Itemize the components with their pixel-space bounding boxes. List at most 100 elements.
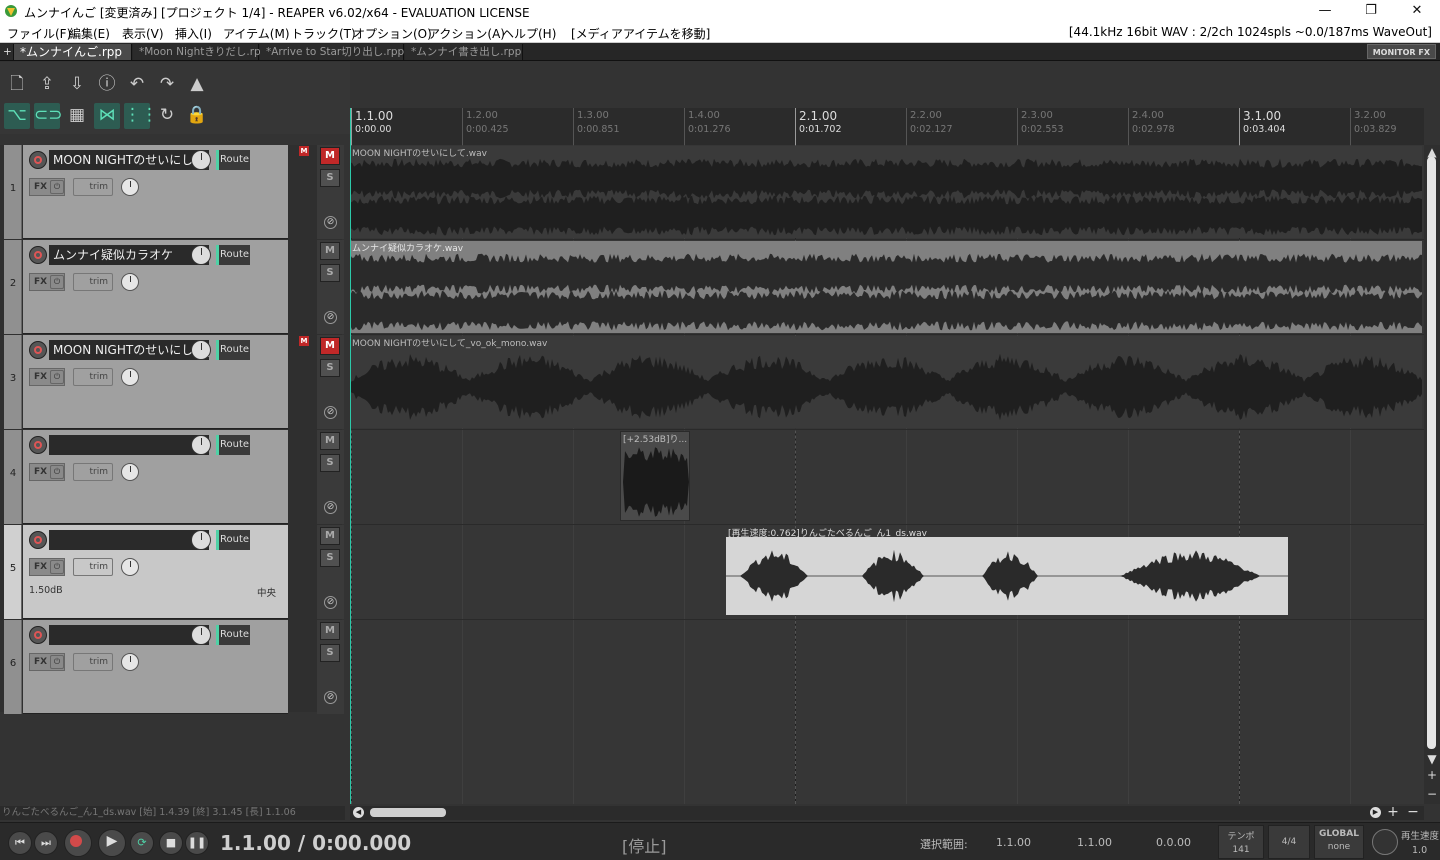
power-icon[interactable]: ⏻: [50, 465, 64, 479]
automation-trim-button[interactable]: trim: [73, 368, 113, 386]
media-item[interactable]: [再生速度:0.762]りんごたべるんご_ん1_ds.wav: [726, 526, 1288, 616]
volume-knob[interactable]: [191, 245, 211, 265]
track-lane-4[interactable]: [+2.53dB]り...: [350, 430, 1424, 525]
power-icon[interactable]: ⏻: [50, 560, 64, 574]
phase-invert-icon[interactable]: ⊘: [324, 216, 337, 229]
fx-button[interactable]: FX ⏻: [29, 368, 65, 386]
menu-track[interactable]: トラック(T): [291, 25, 356, 42]
record-arm-button[interactable]: [29, 151, 47, 169]
ruler-marker[interactable]: 2.3.00 0:02.553: [1017, 108, 1064, 145]
volume-knob[interactable]: [191, 435, 211, 455]
route-button[interactable]: Route: [216, 150, 250, 170]
zoom-out-icon[interactable]: −: [1426, 788, 1438, 800]
render-icon[interactable]: ⇩: [64, 72, 90, 98]
track-name[interactable]: MOON NIGHTのせいにして: [49, 150, 209, 170]
go-to-start-icon[interactable]: ⏮: [8, 831, 32, 855]
pan-knob[interactable]: [121, 558, 139, 576]
scroll-right-icon[interactable]: ▶: [1370, 807, 1381, 818]
lock-icon[interactable]: 🔒: [184, 103, 210, 129]
fx-button[interactable]: FX ⏻: [29, 178, 65, 196]
new-tab-button[interactable]: +: [0, 44, 14, 60]
vertical-scrollbar[interactable]: ▲ ▼ + −: [1424, 145, 1440, 804]
track-lane-1[interactable]: MOON NIGHTのせいにして.wav: [350, 145, 1424, 240]
loop-icon[interactable]: ⟳: [130, 831, 154, 855]
media-item[interactable]: ムンナイ疑似カラオケ.wav: [350, 241, 1422, 333]
mute-button[interactable]: M: [320, 527, 340, 545]
menu-help[interactable]: ヘルプ(H): [502, 25, 556, 42]
record-arm-button[interactable]: [29, 341, 47, 359]
fx-button[interactable]: FX ⏻: [29, 653, 65, 671]
phase-invert-icon[interactable]: ⊘: [324, 691, 337, 704]
stop-icon[interactable]: ■: [159, 831, 183, 855]
selection-length[interactable]: 0.0.00: [1156, 836, 1191, 849]
track-2[interactable]: 2 ムンナイ疑似カラオケ Route FX ⏻ trim M S ⊘: [2, 240, 344, 335]
record-icon[interactable]: [64, 829, 92, 857]
mute-button[interactable]: M: [320, 622, 340, 640]
undo-icon[interactable]: ↶: [124, 72, 150, 98]
track-name[interactable]: ムンナイ疑似カラオケ: [49, 245, 209, 265]
save-icon[interactable]: ⇪: [34, 72, 60, 98]
record-arm-button[interactable]: [29, 531, 47, 549]
time-display[interactable]: 1.1.00 / 0:00.000: [220, 831, 411, 855]
info-icon[interactable]: ⓘ: [94, 72, 120, 98]
ruler-marker[interactable]: 3.1.00 0:03.404: [1239, 108, 1286, 145]
scroll-down-icon[interactable]: ▼: [1426, 753, 1438, 765]
menu-edit[interactable]: 編集(E): [69, 25, 110, 42]
record-arm-button[interactable]: [29, 246, 47, 264]
go-to-end-icon[interactable]: ⏭: [34, 831, 58, 855]
route-button[interactable]: Route: [216, 625, 250, 645]
redo-icon[interactable]: ↷: [154, 72, 180, 98]
phase-invert-icon[interactable]: ⊘: [324, 596, 337, 609]
pan-knob[interactable]: [121, 178, 139, 196]
monitor-fx-button[interactable]: MONITOR FX: [1366, 44, 1436, 59]
solo-button[interactable]: S: [320, 644, 340, 662]
scroll-left-icon[interactable]: ◀: [353, 807, 364, 818]
solo-button[interactable]: S: [320, 359, 340, 377]
track-panel[interactable]: Route FX ⏻ trim: [23, 430, 288, 524]
media-item[interactable]: MOON NIGHTのせいにして.wav: [350, 146, 1422, 238]
track-panel[interactable]: MOON NIGHTのせいにして Route FX ⏻ trim: [23, 145, 288, 239]
ruler-marker[interactable]: 2.1.00 0:01.702: [795, 108, 842, 145]
ruler-marker[interactable]: 1.1.00 0:00.00: [351, 108, 393, 145]
track-lane-5[interactable]: [再生速度:0.762]りんごたべるんご_ん1_ds.wav: [350, 525, 1424, 620]
new-project-icon[interactable]: 🗋: [4, 72, 30, 98]
route-button[interactable]: Route: [216, 530, 250, 550]
track-1[interactable]: 1 MOON NIGHTのせいにして Route FX ⏻ trim M M S …: [2, 145, 344, 240]
menu-actions[interactable]: アクション(A): [428, 25, 505, 42]
track-lane-6[interactable]: [350, 620, 1424, 804]
track-name[interactable]: [49, 625, 209, 645]
maximize-button[interactable]: ❐: [1348, 0, 1394, 23]
scroll-thumb[interactable]: [1427, 157, 1436, 749]
mute-button[interactable]: M: [320, 242, 340, 260]
minimize-button[interactable]: —: [1302, 0, 1348, 23]
power-icon[interactable]: ⏻: [50, 275, 64, 289]
track-3[interactable]: 3 MOON NIGHTのせいにして_ Route FX ⏻ trim M M S…: [2, 335, 344, 430]
track-name[interactable]: [49, 435, 209, 455]
phase-invert-icon[interactable]: ⊘: [324, 406, 337, 419]
pan-knob[interactable]: [121, 463, 139, 481]
project-tab[interactable]: *ムンナイ書き出し.rpp: [405, 44, 523, 60]
h-zoom-out-icon[interactable]: −: [1406, 805, 1420, 819]
track-name[interactable]: [49, 530, 209, 550]
track-6[interactable]: 6 Route FX ⏻ trim M S ⊘: [2, 620, 344, 715]
repeat-icon[interactable]: ↻: [154, 103, 180, 129]
track-panel[interactable]: ムンナイ疑似カラオケ Route FX ⏻ trim: [23, 240, 288, 334]
pan-knob[interactable]: [121, 273, 139, 291]
mute-button[interactable]: M: [320, 432, 340, 450]
solo-button[interactable]: S: [320, 264, 340, 282]
menu-item[interactable]: アイテム(M): [223, 25, 290, 42]
play-icon[interactable]: ▶: [98, 829, 126, 857]
track-name[interactable]: MOON NIGHTのせいにして_: [49, 340, 209, 360]
record-arm-button[interactable]: [29, 436, 47, 454]
auto-crossfade-icon[interactable]: ⋈: [94, 103, 120, 129]
power-icon[interactable]: ⏻: [50, 370, 64, 384]
mute-button[interactable]: M: [320, 337, 340, 355]
ruler-marker[interactable]: 3.2.00 0:03.829: [1350, 108, 1397, 145]
route-button[interactable]: Route: [216, 435, 250, 455]
selection-start[interactable]: 1.1.00: [996, 836, 1031, 849]
ruler-marker[interactable]: 1.3.00 0:00.851: [573, 108, 620, 145]
close-button[interactable]: ✕: [1394, 0, 1440, 23]
fx-button[interactable]: FX ⏻: [29, 558, 65, 576]
track-lane-3[interactable]: MOON NIGHTのせいにして_vo_ok_mono.wav: [350, 335, 1424, 430]
automation-trim-button[interactable]: trim: [73, 653, 113, 671]
